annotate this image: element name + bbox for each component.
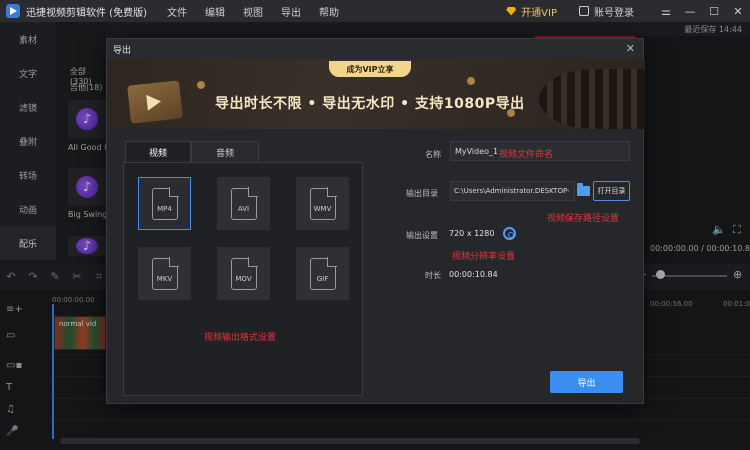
format-label: MOV [235,274,252,283]
resolution-annotation: 视频分辨率设置 [452,252,516,262]
format-option-mkv[interactable]: MKV [138,247,191,300]
duration-label: 时长 [425,271,441,280]
file-icon: MKV [151,256,179,290]
format-label: MP4 [157,204,172,213]
output-dir-input[interactable]: C:\Users\Administrator.DESKTOP- [450,181,575,201]
user-icon [579,6,589,16]
format-label: MKV [156,274,173,283]
tab-audio[interactable]: 音频 [191,141,259,163]
format-option-gif[interactable]: GIF [296,247,349,300]
app-window: 迅捷视频剪辑软件 (免费版) 文件 编辑 视图 导出 帮助 开通VIP 账号登录… [0,0,750,450]
vip-button[interactable]: 开通VIP [506,4,557,19]
menu-export[interactable]: 导出 [281,4,301,19]
vip-banner[interactable]: 成为VIP立享 导出时长不限 • 导出无水印 • 支持1080P导出 [107,59,645,129]
decoration-dot [197,81,205,89]
format-label: WMV [313,204,332,213]
banner-headline: 导出时长不限 • 导出无水印 • 支持1080P导出 [215,96,525,112]
settings-gear-icon[interactable] [503,227,516,240]
title-bar: 迅捷视频剪辑软件 (免费版) 文件 编辑 视图 导出 帮助 开通VIP 账号登录… [0,0,750,22]
dialog-title-bar: 导出 ✕ [107,39,643,59]
resolution-value: 720 x 1280 [449,229,495,238]
decoration-dot [467,77,475,85]
menu-help[interactable]: 帮助 [319,4,339,19]
path-annotation: 视频保存路径设置 [547,214,620,224]
maximize-icon[interactable]: ☐ [702,0,726,22]
format-label: AVI [237,204,250,213]
file-icon: AVI [230,186,258,220]
format-option-mp4[interactable]: MP4 [138,177,191,230]
output-settings-label: 输出设置 [406,231,438,240]
login-label: 账号登录 [594,7,634,19]
video-camera-icon [127,80,183,124]
minimize-icon[interactable]: — [678,0,702,22]
file-icon: WMV [309,186,337,220]
login-button[interactable]: 账号登录 [579,4,634,19]
vip-pill: 成为VIP立享 [329,61,411,77]
app-title: 迅捷视频剪辑软件 (免费版) [26,7,147,19]
format-option-avi[interactable]: AVI [217,177,270,230]
export-button[interactable]: 导出 [550,371,623,393]
format-option-wmv[interactable]: WMV [296,177,349,230]
menu-view[interactable]: 视图 [243,4,263,19]
format-annotation: 视频输出格式设置 [204,333,277,343]
folder-icon[interactable] [577,183,590,196]
name-label: 名称 [425,150,441,159]
dialog-title: 导出 [113,45,132,56]
name-annotation: 视频文件命名 [499,150,554,160]
menu-icon[interactable]: ⚌ [654,0,678,22]
file-icon: MOV [230,256,258,290]
format-option-mov[interactable]: MOV [217,247,270,300]
diamond-icon [506,6,517,16]
output-dir-value: C:\Users\Administrator.DESKTOP- [454,187,570,195]
name-value: MyVideo_1 [455,146,499,156]
title-bar-right: 开通VIP 账号登录 ⚌ — ☐ ✕ [506,0,750,22]
vip-label: 开通VIP [521,7,557,19]
format-label: GIF [316,274,329,283]
menu-edit[interactable]: 编辑 [205,4,225,19]
file-icon: GIF [309,256,337,290]
open-folder-button[interactable]: 打开目录 [593,181,630,201]
tab-video[interactable]: 视频 [125,141,191,163]
close-icon[interactable]: ✕ [726,0,750,22]
menu-file[interactable]: 文件 [167,4,187,19]
duration-value: 00:00:10.84 [449,270,498,279]
close-icon[interactable]: ✕ [626,42,635,55]
app-logo-icon [6,4,20,18]
export-dialog: 导出 ✕ 成为VIP立享 导出时长不限 • 导出无水印 • 支持1080P导出 … [106,38,645,404]
file-icon: MP4 [151,186,179,220]
output-dir-label: 输出目录 [406,189,438,198]
film-reel-icon [539,69,645,129]
